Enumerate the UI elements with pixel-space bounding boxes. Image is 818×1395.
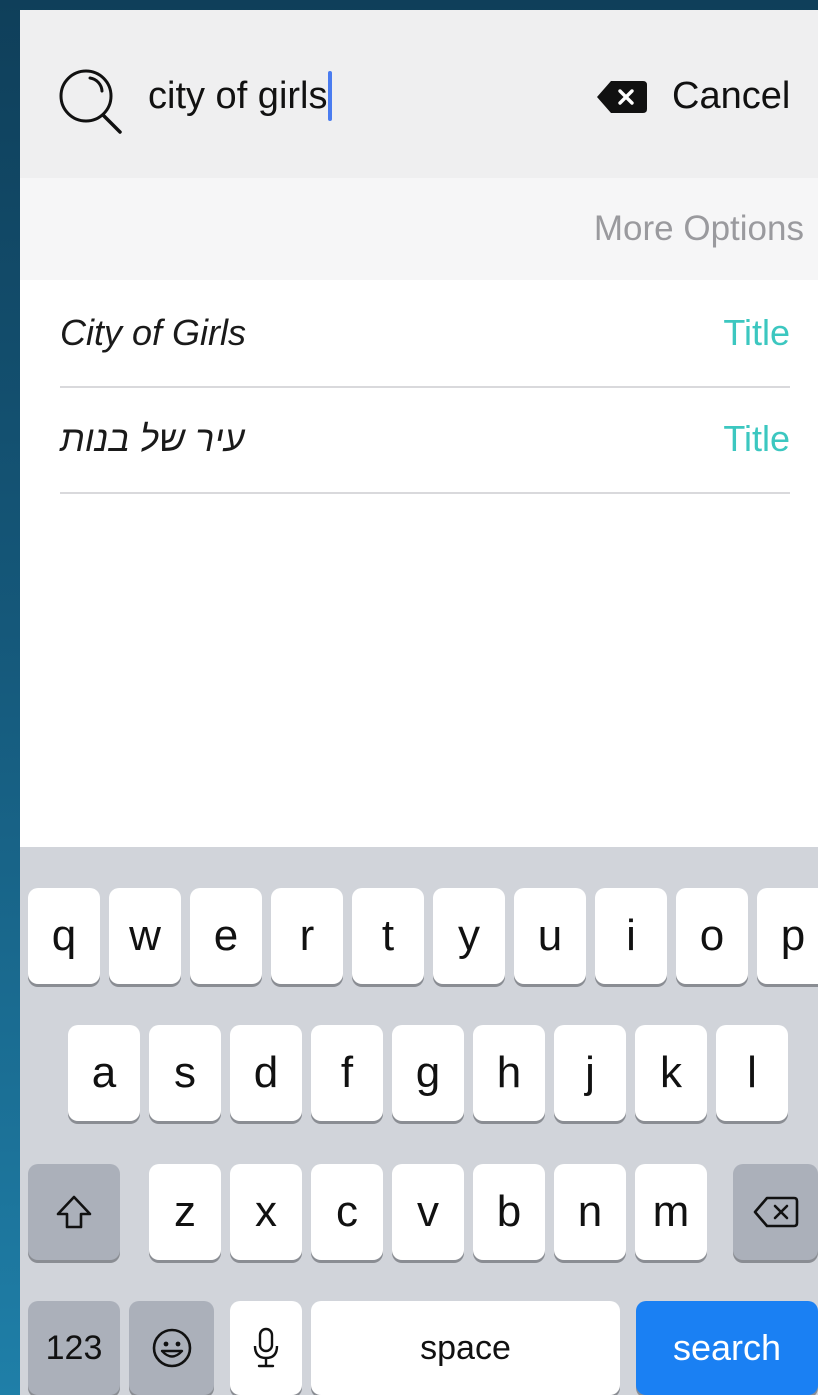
key-d[interactable]: d: [230, 1025, 302, 1121]
search-screen: city of girls Cancel More Options City o…: [20, 10, 818, 1395]
search-key[interactable]: search: [636, 1301, 818, 1395]
dictation-key[interactable]: [230, 1301, 302, 1395]
more-options-button[interactable]: More Options: [594, 204, 804, 254]
shift-arrow-icon: [56, 1195, 92, 1229]
more-options-bar: More Options: [20, 178, 818, 280]
key-x[interactable]: x: [230, 1164, 302, 1260]
emoji-face-icon: [152, 1328, 191, 1368]
text-caret: [328, 71, 333, 121]
key-w[interactable]: w: [109, 888, 181, 984]
key-m[interactable]: m: [635, 1164, 707, 1260]
delete-backward-icon: [753, 1196, 798, 1228]
key-q[interactable]: q: [28, 888, 100, 984]
key-u[interactable]: u: [514, 888, 586, 984]
numbers-key[interactable]: 123: [28, 1301, 120, 1395]
clear-text-icon: [597, 81, 647, 113]
cancel-button[interactable]: Cancel: [672, 68, 790, 124]
keyboard: q w e r t y u i o p a s d f g h j k l z …: [20, 847, 818, 1395]
result-row[interactable]: עיר של בנות Title: [60, 386, 790, 494]
key-o[interactable]: o: [676, 888, 748, 984]
key-t[interactable]: t: [352, 888, 424, 984]
shift-key[interactable]: [28, 1164, 120, 1260]
key-s[interactable]: s: [149, 1025, 221, 1121]
key-h[interactable]: h: [473, 1025, 545, 1121]
search-icon: [40, 60, 130, 140]
clear-search-button[interactable]: [597, 81, 647, 113]
search-bar: city of girls Cancel: [20, 10, 818, 178]
backspace-key[interactable]: [733, 1164, 818, 1260]
key-g[interactable]: g: [392, 1025, 464, 1121]
search-query-text: city of girls: [148, 75, 328, 117]
result-type: Title: [723, 312, 790, 353]
space-key[interactable]: space: [311, 1301, 620, 1395]
key-i[interactable]: i: [595, 888, 667, 984]
key-j[interactable]: j: [554, 1025, 626, 1121]
search-input[interactable]: city of girls: [148, 68, 333, 124]
result-row[interactable]: City of Girls Title: [60, 280, 790, 388]
microphone-icon: [253, 1327, 279, 1368]
key-p[interactable]: p: [757, 888, 818, 984]
result-title: City of Girls: [60, 312, 247, 353]
key-c[interactable]: c: [311, 1164, 383, 1260]
key-b[interactable]: b: [473, 1164, 545, 1260]
background-edge: [0, 0, 20, 1395]
key-z[interactable]: z: [149, 1164, 221, 1260]
key-y[interactable]: y: [433, 888, 505, 984]
result-type: Title: [723, 418, 790, 459]
key-k[interactable]: k: [635, 1025, 707, 1121]
key-l[interactable]: l: [716, 1025, 788, 1121]
key-a[interactable]: a: [68, 1025, 140, 1121]
key-f[interactable]: f: [311, 1025, 383, 1121]
key-r[interactable]: r: [271, 888, 343, 984]
key-v[interactable]: v: [392, 1164, 464, 1260]
key-n[interactable]: n: [554, 1164, 626, 1260]
result-title: עיר של בנות: [60, 418, 245, 459]
key-e[interactable]: e: [190, 888, 262, 984]
emoji-key[interactable]: [129, 1301, 214, 1395]
